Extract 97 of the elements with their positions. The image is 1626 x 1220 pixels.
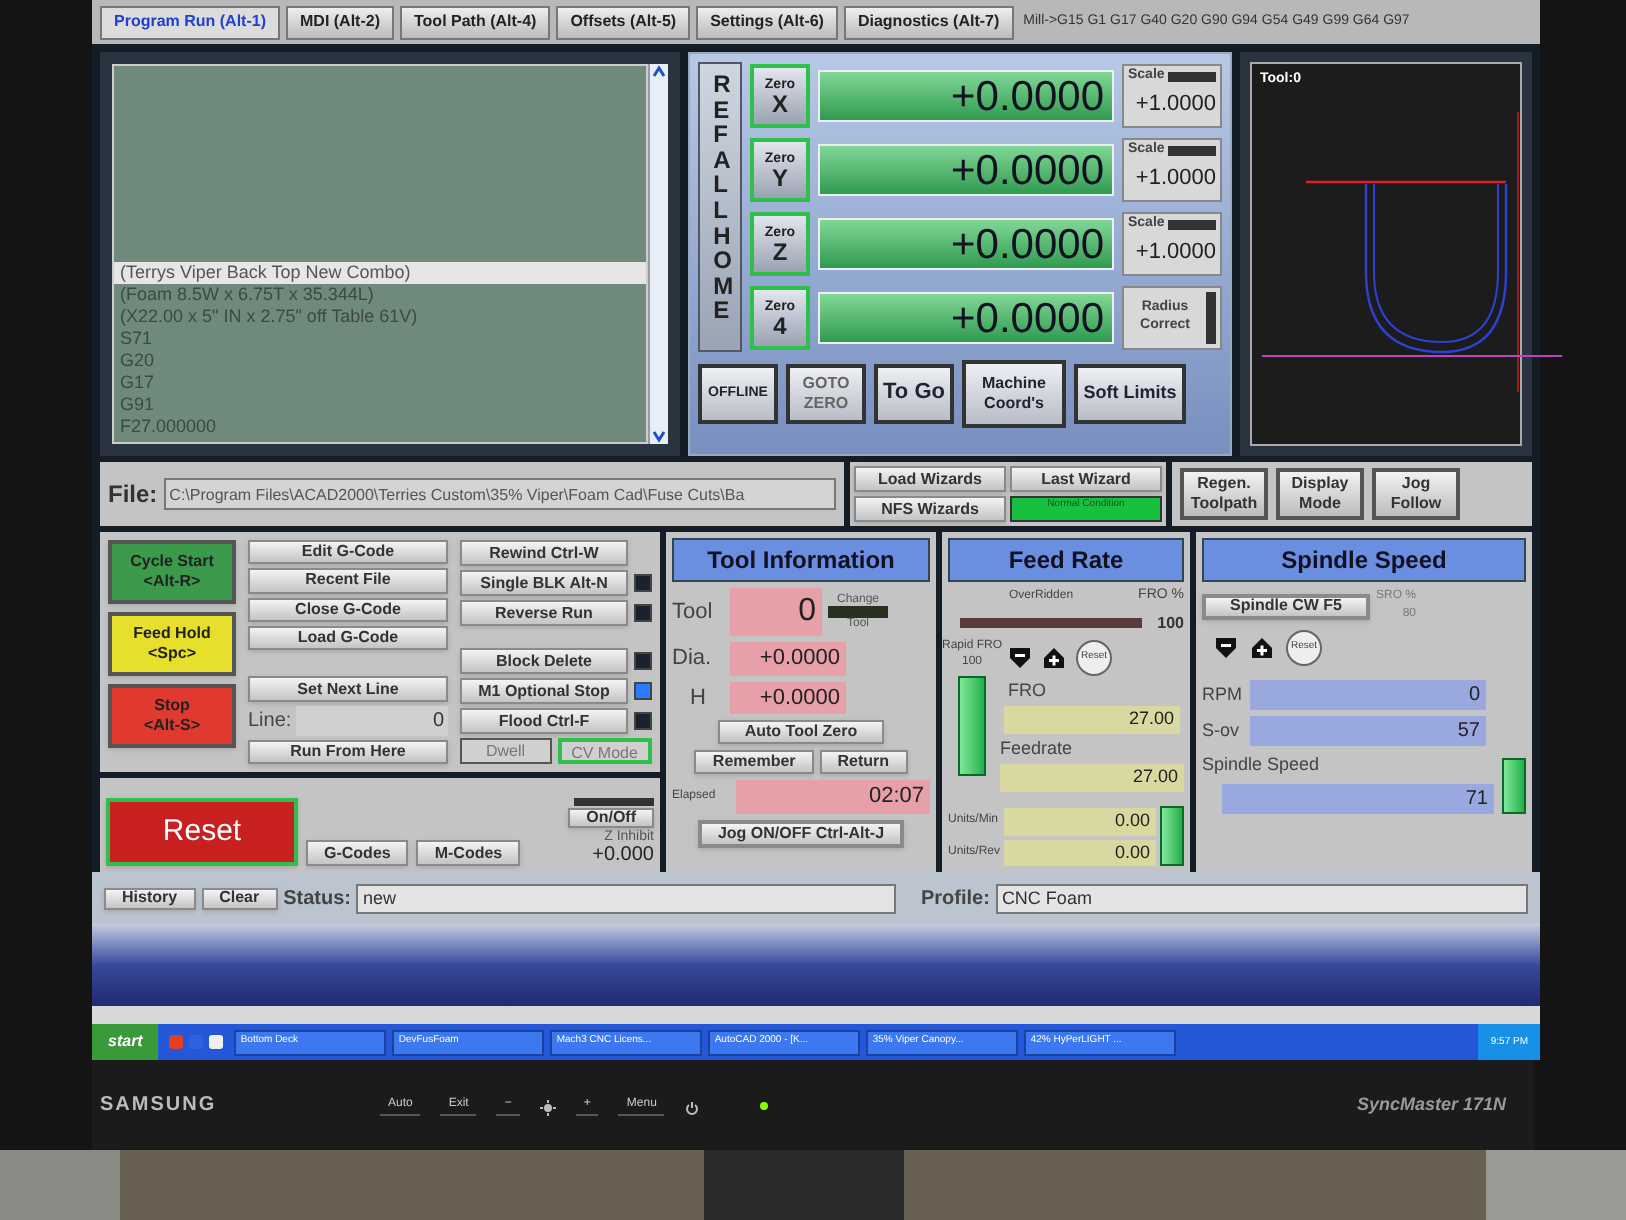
- model-label: SyncMaster 171N: [1356, 1091, 1508, 1118]
- field-label: Tool: [672, 597, 715, 628]
- power-light: [760, 1101, 769, 1109]
- box-photo-placeholder: [1486, 1150, 1626, 1220]
- status-label: Status:: [283, 885, 351, 913]
- clear-button[interactable]: Clear: [201, 887, 278, 909]
- field-label: RPM: [1202, 681, 1242, 708]
- toggle-button[interactable]: Single BLK Alt-N: [460, 570, 628, 596]
- wizard-button[interactable]: Load Wizards: [854, 466, 1006, 492]
- panel-title: Spindle Speed: [1202, 538, 1526, 582]
- power-icon: [684, 1099, 701, 1115]
- file-label: File:: [108, 478, 158, 512]
- readout-field: 57: [1250, 716, 1486, 746]
- axis-readout: +0.0000: [818, 144, 1114, 196]
- gcode-list[interactable]: (Terrys Viper Back Top New Combo) (Foam 8.5W x 6.75T x 35.344L) (X22.00 x 5" IN x 2.75" off Table 61V) S71 G20 G17 G91 F27.000000: [112, 64, 648, 444]
- brightness-icon: [539, 1099, 556, 1115]
- axis-readout: +0.0000: [818, 292, 1114, 344]
- panel-title: Tool Information: [672, 538, 930, 582]
- field-label: FRO: [1006, 677, 1048, 703]
- dro-button[interactable]: GOTO ZERO: [786, 364, 866, 424]
- brand-logo: SAMSUNG: [100, 1092, 219, 1120]
- slider-fill[interactable]: [958, 676, 986, 776]
- rewind-button[interactable]: Rewind Ctrl-W: [460, 540, 628, 566]
- field-label: H: [688, 683, 708, 713]
- jog-toggle-button[interactable]: Jog ON/OFF Ctrl-Alt-J: [697, 819, 905, 847]
- dro-button[interactable]: To Go: [874, 364, 954, 424]
- elapsed-time-field: 02:07: [736, 780, 930, 813]
- toggle-button[interactable]: Reverse Run: [460, 600, 628, 626]
- change-tool-indicator: [828, 606, 888, 618]
- readout-field: 0.00: [1004, 808, 1156, 835]
- scrollbar[interactable]: [648, 64, 668, 444]
- axis-readout: +0.0000: [818, 218, 1114, 270]
- set-next-line-button[interactable]: Set Next Line: [248, 676, 448, 702]
- z-inhibit-button[interactable]: On/Off: [568, 808, 654, 828]
- profile-field[interactable]: CNC Foam: [995, 883, 1528, 913]
- view-button[interactable]: Display Mode: [1276, 468, 1364, 520]
- code-button[interactable]: M-Codes: [416, 840, 521, 866]
- tab[interactable]: Settings (Alt-6): [696, 5, 838, 39]
- cup-photo-placeholder: [0, 1150, 120, 1220]
- field-label: S-ov: [1202, 717, 1242, 744]
- code-button[interactable]: G-Codes: [306, 840, 409, 866]
- readout-field: 0.00: [1004, 839, 1156, 866]
- line-field[interactable]: 0: [295, 705, 448, 736]
- toggle-button[interactable]: Flood Ctrl-F: [460, 708, 628, 734]
- field-label: Feedrate: [1000, 735, 1075, 761]
- file-button[interactable]: Close G-Code: [248, 597, 448, 622]
- readout-field: +0.0000: [730, 681, 846, 714]
- minus-arrow-icon: [1214, 636, 1238, 660]
- start-button[interactable]: start: [92, 1024, 159, 1060]
- spindle-direction-button[interactable]: Spindle CW F5: [1202, 593, 1370, 619]
- field-label: Spindle Speed: [1202, 752, 1322, 778]
- toggle-button[interactable]: Block Delete: [460, 648, 628, 674]
- ref-all-home-button[interactable]: REF ALL HOME: [698, 62, 742, 352]
- file-button[interactable]: Edit G-Code: [248, 540, 448, 565]
- tab[interactable]: Tool Path (Alt-4): [400, 5, 551, 39]
- run-control-button[interactable]: Feed Hold <Spc>: [108, 612, 236, 676]
- view-button[interactable]: Jog Follow: [1372, 468, 1460, 520]
- dro-button[interactable]: Soft Limits: [1074, 364, 1186, 424]
- toggle-button[interactable]: M1 Optional Stop: [460, 678, 628, 704]
- file-button[interactable]: Recent File: [248, 568, 448, 594]
- axis-readout: +0.0000: [818, 70, 1114, 122]
- tab[interactable]: Program Run (Alt-1): [100, 5, 280, 39]
- minus-arrow-icon: [1008, 645, 1032, 669]
- plus-arrow-icon: [1250, 636, 1274, 660]
- readout-field: 27.00: [1000, 764, 1184, 791]
- run-control-button[interactable]: Stop <Alt-S>: [108, 684, 236, 748]
- readout-field: 0: [730, 588, 822, 636]
- slider-fill[interactable]: [1502, 757, 1526, 813]
- file-button[interactable]: Load G-Code: [248, 625, 448, 651]
- wizard-button[interactable]: Last Wizard: [1010, 466, 1162, 492]
- status-field[interactable]: new: [356, 883, 897, 913]
- z-inhibit-value: +0.000: [592, 846, 654, 866]
- readout-field: +0.0000: [730, 642, 846, 675]
- run-control-button[interactable]: Cycle Start <Alt-R>: [108, 540, 236, 604]
- view-button[interactable]: Regen. Toolpath: [1180, 468, 1268, 520]
- file-path-field[interactable]: C:\Program Files\ACAD2000\Terries Custom\35% Viper\Foam Cad\Fuse Cuts\Ba: [163, 478, 836, 510]
- dro-button[interactable]: Machine Coord's: [962, 360, 1066, 428]
- fro-percent: 100: [1157, 611, 1184, 635]
- remember-button[interactable]: Remember: [694, 750, 814, 774]
- tab[interactable]: MDI (Alt-2): [286, 5, 394, 39]
- readout-field: 27.00: [1004, 706, 1180, 733]
- profile-label: Profile:: [920, 885, 990, 913]
- run-from-here-button[interactable]: Run From Here: [248, 739, 448, 765]
- readout-field: 0: [1250, 680, 1486, 710]
- auto-tool-zero-button[interactable]: Auto Tool Zero: [718, 720, 884, 744]
- return-button[interactable]: Return: [819, 750, 908, 774]
- tab[interactable]: Offsets (Alt-5): [556, 5, 691, 39]
- history-button[interactable]: History: [104, 887, 196, 909]
- slider-fill[interactable]: [1160, 806, 1184, 866]
- tab[interactable]: Diagnostics (Alt-7): [843, 5, 1014, 39]
- panel-title: Feed Rate: [948, 538, 1184, 582]
- line-label: Line:: [248, 707, 292, 736]
- wizard-button[interactable]: NFS Wizards: [854, 496, 1006, 522]
- field-label: Dia.: [672, 644, 714, 674]
- reset-button[interactable]: Reset: [106, 798, 298, 866]
- plus-arrow-icon: [1042, 645, 1066, 669]
- readout-field: 71: [1222, 783, 1494, 813]
